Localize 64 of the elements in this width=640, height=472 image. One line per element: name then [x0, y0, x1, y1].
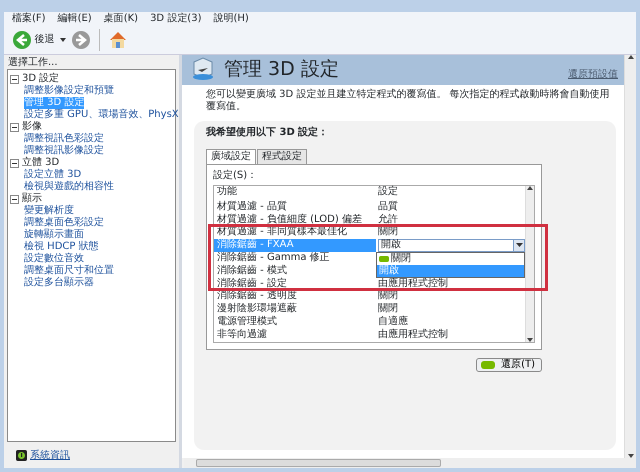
restore-button[interactable]: 還原(T) — [476, 358, 542, 372]
caret-icon[interactable] — [58, 36, 66, 42]
info-icon — [16, 450, 27, 460]
tree-item[interactable]: 設定立體 3D — [24, 169, 82, 181]
tree-node[interactable]: 影像 — [22, 121, 42, 133]
vertical-scrollbar[interactable] — [624, 55, 636, 458]
dropdown-option[interactable]: 關閉 — [377, 252, 524, 265]
table-cell: 關閉 — [378, 303, 398, 314]
tree-item[interactable]: 變更解析度 — [24, 205, 74, 217]
tree-item[interactable]: 檢視與遊戲的相容性 — [24, 181, 114, 193]
tree-item[interactable]: 調整桌面色彩設定 — [24, 217, 104, 229]
tree-node[interactable]: 3D 設定 — [22, 73, 60, 85]
table-cell[interactable]: 材質過濾 - 品質 — [214, 200, 376, 214]
tree-item[interactable]: 調整影像設定和預覽 — [24, 85, 114, 97]
menu-item[interactable]: 編輯(E) — [58, 12, 92, 24]
collapse-toggle-icon[interactable] — [10, 158, 19, 168]
collapse-toggle-icon[interactable] — [10, 74, 19, 84]
settings-label: 設定(S)： — [213, 168, 258, 183]
tree-item[interactable]: 調整視訊影像設定 — [24, 145, 104, 157]
caret-icon[interactable] — [516, 243, 522, 248]
menu-item[interactable]: 3D 設定(3) — [150, 12, 202, 24]
restore-defaults-link[interactable]: 還原預設值 — [568, 67, 618, 82]
tab[interactable]: 廣域設定 — [206, 149, 256, 164]
tree-item[interactable]: 調整桌面尺寸和位置 — [24, 265, 114, 277]
menu-item[interactable]: 說明(H) — [213, 12, 249, 24]
home-icon[interactable] — [108, 30, 128, 50]
3d-cube-icon — [190, 56, 216, 82]
table-cell: 自適應 — [378, 316, 408, 327]
table-cell: 品質 — [378, 200, 398, 212]
tree-item[interactable]: 設定多重 GPU、環場音效、PhysX — [24, 109, 179, 121]
collapse-toggle-icon[interactable] — [10, 122, 19, 132]
table-cell[interactable]: 漫射陰影環場遮蔽 — [214, 303, 376, 316]
table-cell[interactable]: 消除鋸齒 - 模式 — [214, 264, 376, 278]
tree-item[interactable]: 設定數位音效 — [24, 253, 84, 265]
page-title: 管理 3D 設定 — [224, 56, 339, 80]
tree-node[interactable]: 立體 3D — [22, 157, 60, 169]
table-cell[interactable]: 消除鋸齒 - Gamma 修正 — [214, 252, 376, 265]
column-header: 設定 — [377, 186, 399, 199]
scroll-up-icon[interactable] — [527, 186, 533, 190]
tree-node[interactable]: 顯示 — [22, 193, 42, 205]
description-text: 您可以變更廣域 3D 設定並且建立特定程式的覆寫值。 每次指定的程式啟動時將會自動使用覆寫值。 — [206, 89, 610, 112]
table-scrollbar[interactable] — [525, 186, 534, 342]
tree-item[interactable]: 檢視 HDCP 狀態 — [24, 241, 99, 253]
table-cell[interactable]: 材質過濾 - 負值細度 (LOD) 偏差 — [214, 214, 376, 226]
tree-item[interactable]: 設定多台顯示器 — [24, 277, 94, 289]
table-cell[interactable]: 非等向過濾 — [214, 328, 376, 342]
menu-item[interactable]: 檔案(F) — [12, 12, 46, 24]
table-cell: 由應用程式控制 — [378, 328, 448, 340]
section-title: 我希望使用以下 3D 設定： — [206, 127, 330, 139]
table-cell: 由應用程式控制 — [378, 278, 448, 289]
tab[interactable]: 程式設定 — [257, 149, 307, 164]
table-cell: 允許 — [378, 214, 398, 225]
column-header: 功能 — [216, 186, 238, 199]
setting-dropdown[interactable]: 開啟 — [378, 239, 525, 252]
back-button[interactable]: 後退 — [12, 30, 54, 50]
tree-item[interactable]: 調整視訊色彩設定 — [24, 133, 104, 145]
pane-title: 選擇工作... — [8, 57, 58, 68]
table-cell[interactable]: 消除鋸齒 - 設定 — [214, 278, 376, 290]
scroll-down-icon[interactable] — [527, 338, 533, 342]
collapse-toggle-icon[interactable] — [10, 194, 19, 204]
system-info-link[interactable]: 系統資訊 — [30, 448, 70, 462]
menu-item[interactable]: 桌面(K) — [104, 12, 138, 24]
table-cell[interactable]: 電源管理模式 — [214, 316, 376, 329]
tree-item[interactable]: 旋轉顯示畫面 — [24, 229, 84, 241]
